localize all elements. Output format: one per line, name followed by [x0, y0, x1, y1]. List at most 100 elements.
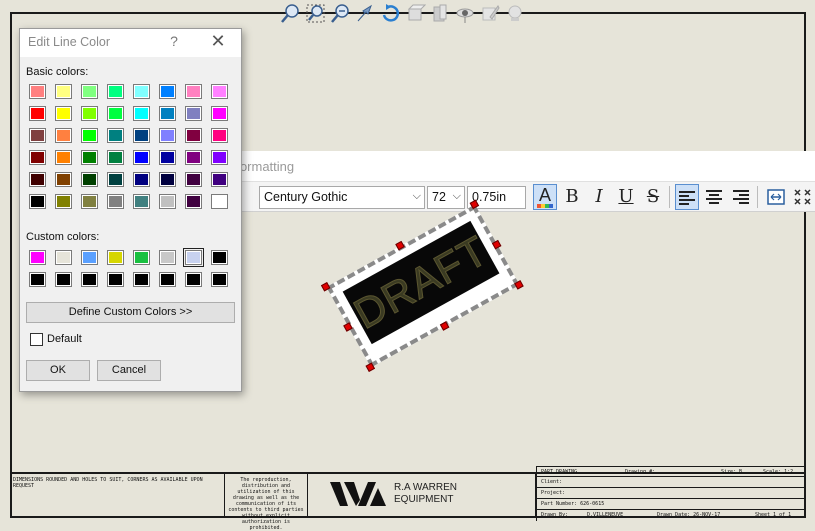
- color-swatch[interactable]: [185, 272, 202, 287]
- display-style-icon[interactable]: [430, 3, 451, 24]
- color-swatch[interactable]: [211, 250, 228, 265]
- color-swatch[interactable]: [211, 106, 228, 121]
- color-swatch[interactable]: [133, 84, 150, 99]
- color-swatch[interactable]: [55, 250, 72, 265]
- character-spacing-button[interactable]: [791, 184, 815, 210]
- color-swatch[interactable]: [29, 106, 46, 121]
- font-select[interactable]: Century Gothic ⌵: [259, 186, 425, 209]
- zoom-to-area-icon[interactable]: [305, 3, 326, 24]
- color-swatch[interactable]: [107, 84, 124, 99]
- color-swatch[interactable]: [29, 272, 46, 287]
- color-swatch[interactable]: [81, 128, 98, 143]
- color-swatch[interactable]: [133, 106, 150, 121]
- align-center-button[interactable]: [702, 184, 726, 210]
- color-swatch[interactable]: [185, 84, 202, 99]
- ok-button[interactable]: OK: [26, 360, 90, 381]
- color-swatch[interactable]: [159, 128, 176, 143]
- color-swatch[interactable]: [159, 172, 176, 187]
- zoom-in-out-icon[interactable]: [330, 3, 351, 24]
- underline-button[interactable]: U: [614, 184, 638, 210]
- define-custom-colors-button[interactable]: Define Custom Colors >>: [26, 302, 235, 323]
- hide-show-icon[interactable]: [455, 3, 476, 24]
- scale-label: Scale: 1:2: [763, 469, 794, 475]
- align-left-button[interactable]: [675, 184, 699, 210]
- view-orientation-icon[interactable]: [405, 3, 426, 24]
- bold-button[interactable]: B: [560, 184, 584, 210]
- color-swatch[interactable]: [107, 150, 124, 165]
- apply-scene-icon[interactable]: [505, 3, 526, 24]
- drawn-date: Drawn Date: 26-NOV-17: [657, 512, 721, 518]
- zoom-to-fit-icon[interactable]: [280, 3, 301, 24]
- color-swatch[interactable]: [133, 128, 150, 143]
- color-swatch[interactable]: [185, 128, 202, 143]
- color-swatch[interactable]: [81, 106, 98, 121]
- color-swatch[interactable]: [107, 194, 124, 209]
- company-name-line1: R.A WARREN: [394, 482, 457, 493]
- color-swatch[interactable]: [107, 172, 124, 187]
- color-swatch[interactable]: [55, 150, 72, 165]
- formatting-toolbar-title[interactable]: Formatting: [232, 151, 815, 181]
- color-swatch[interactable]: [55, 194, 72, 209]
- color-swatch[interactable]: [133, 194, 150, 209]
- color-swatch[interactable]: [29, 150, 46, 165]
- drawing-type: PART DRAWING: [541, 469, 578, 475]
- color-swatch[interactable]: [183, 248, 204, 267]
- edit-appearance-icon[interactable]: [480, 3, 501, 24]
- italic-button[interactable]: I: [587, 184, 611, 210]
- color-swatch[interactable]: [211, 272, 228, 287]
- dialog-titlebar[interactable]: Edit Line Color ? ✕: [20, 29, 241, 57]
- heads-up-view-toolbar: [280, 1, 526, 25]
- color-swatch[interactable]: [55, 272, 72, 287]
- color-swatch[interactable]: [55, 172, 72, 187]
- color-swatch[interactable]: [159, 272, 176, 287]
- help-button[interactable]: ?: [166, 33, 182, 49]
- color-swatch[interactable]: [211, 150, 228, 165]
- color-swatch[interactable]: [29, 128, 46, 143]
- color-swatch[interactable]: [185, 150, 202, 165]
- color-swatch[interactable]: [159, 194, 176, 209]
- color-swatch[interactable]: [55, 128, 72, 143]
- color-swatch[interactable]: [81, 150, 98, 165]
- color-swatch[interactable]: [159, 84, 176, 99]
- color-swatch[interactable]: [133, 172, 150, 187]
- color-swatch[interactable]: [107, 128, 124, 143]
- select-icon[interactable]: [355, 3, 376, 24]
- color-swatch[interactable]: [107, 272, 124, 287]
- color-swatch[interactable]: [107, 250, 124, 265]
- color-swatch[interactable]: [81, 272, 98, 287]
- cancel-button[interactable]: Cancel: [97, 360, 161, 381]
- font-color-button[interactable]: A: [533, 184, 557, 210]
- font-size-select[interactable]: 72 ⌵: [427, 186, 465, 209]
- color-swatch[interactable]: [133, 150, 150, 165]
- color-swatch[interactable]: [81, 84, 98, 99]
- font-size-value: 72: [432, 190, 446, 204]
- color-swatch[interactable]: [29, 172, 46, 187]
- color-swatch[interactable]: [159, 250, 176, 265]
- color-swatch[interactable]: [159, 150, 176, 165]
- color-swatch[interactable]: [133, 250, 150, 265]
- align-right-button[interactable]: [729, 184, 753, 210]
- strikethrough-button[interactable]: S: [641, 184, 665, 210]
- color-swatch[interactable]: [159, 106, 176, 121]
- close-button[interactable]: ✕: [208, 31, 228, 52]
- color-swatch[interactable]: [211, 172, 228, 187]
- color-swatch[interactable]: [211, 128, 228, 143]
- color-swatch[interactable]: [133, 272, 150, 287]
- rotate-view-icon[interactable]: [380, 3, 401, 24]
- color-swatch[interactable]: [55, 84, 72, 99]
- color-swatch[interactable]: [211, 84, 228, 99]
- color-swatch[interactable]: [81, 172, 98, 187]
- color-swatch[interactable]: [81, 194, 98, 209]
- default-checkbox[interactable]: [30, 333, 43, 346]
- color-swatch[interactable]: [107, 106, 124, 121]
- color-swatch[interactable]: [185, 194, 202, 209]
- color-swatch[interactable]: [81, 250, 98, 265]
- color-swatch[interactable]: [185, 172, 202, 187]
- color-swatch[interactable]: [185, 106, 202, 121]
- color-swatch[interactable]: [29, 250, 46, 265]
- color-swatch[interactable]: [55, 106, 72, 121]
- color-swatch[interactable]: [29, 194, 46, 209]
- fit-text-button[interactable]: [764, 184, 788, 210]
- color-swatch[interactable]: [29, 84, 46, 99]
- color-swatch[interactable]: [211, 194, 228, 209]
